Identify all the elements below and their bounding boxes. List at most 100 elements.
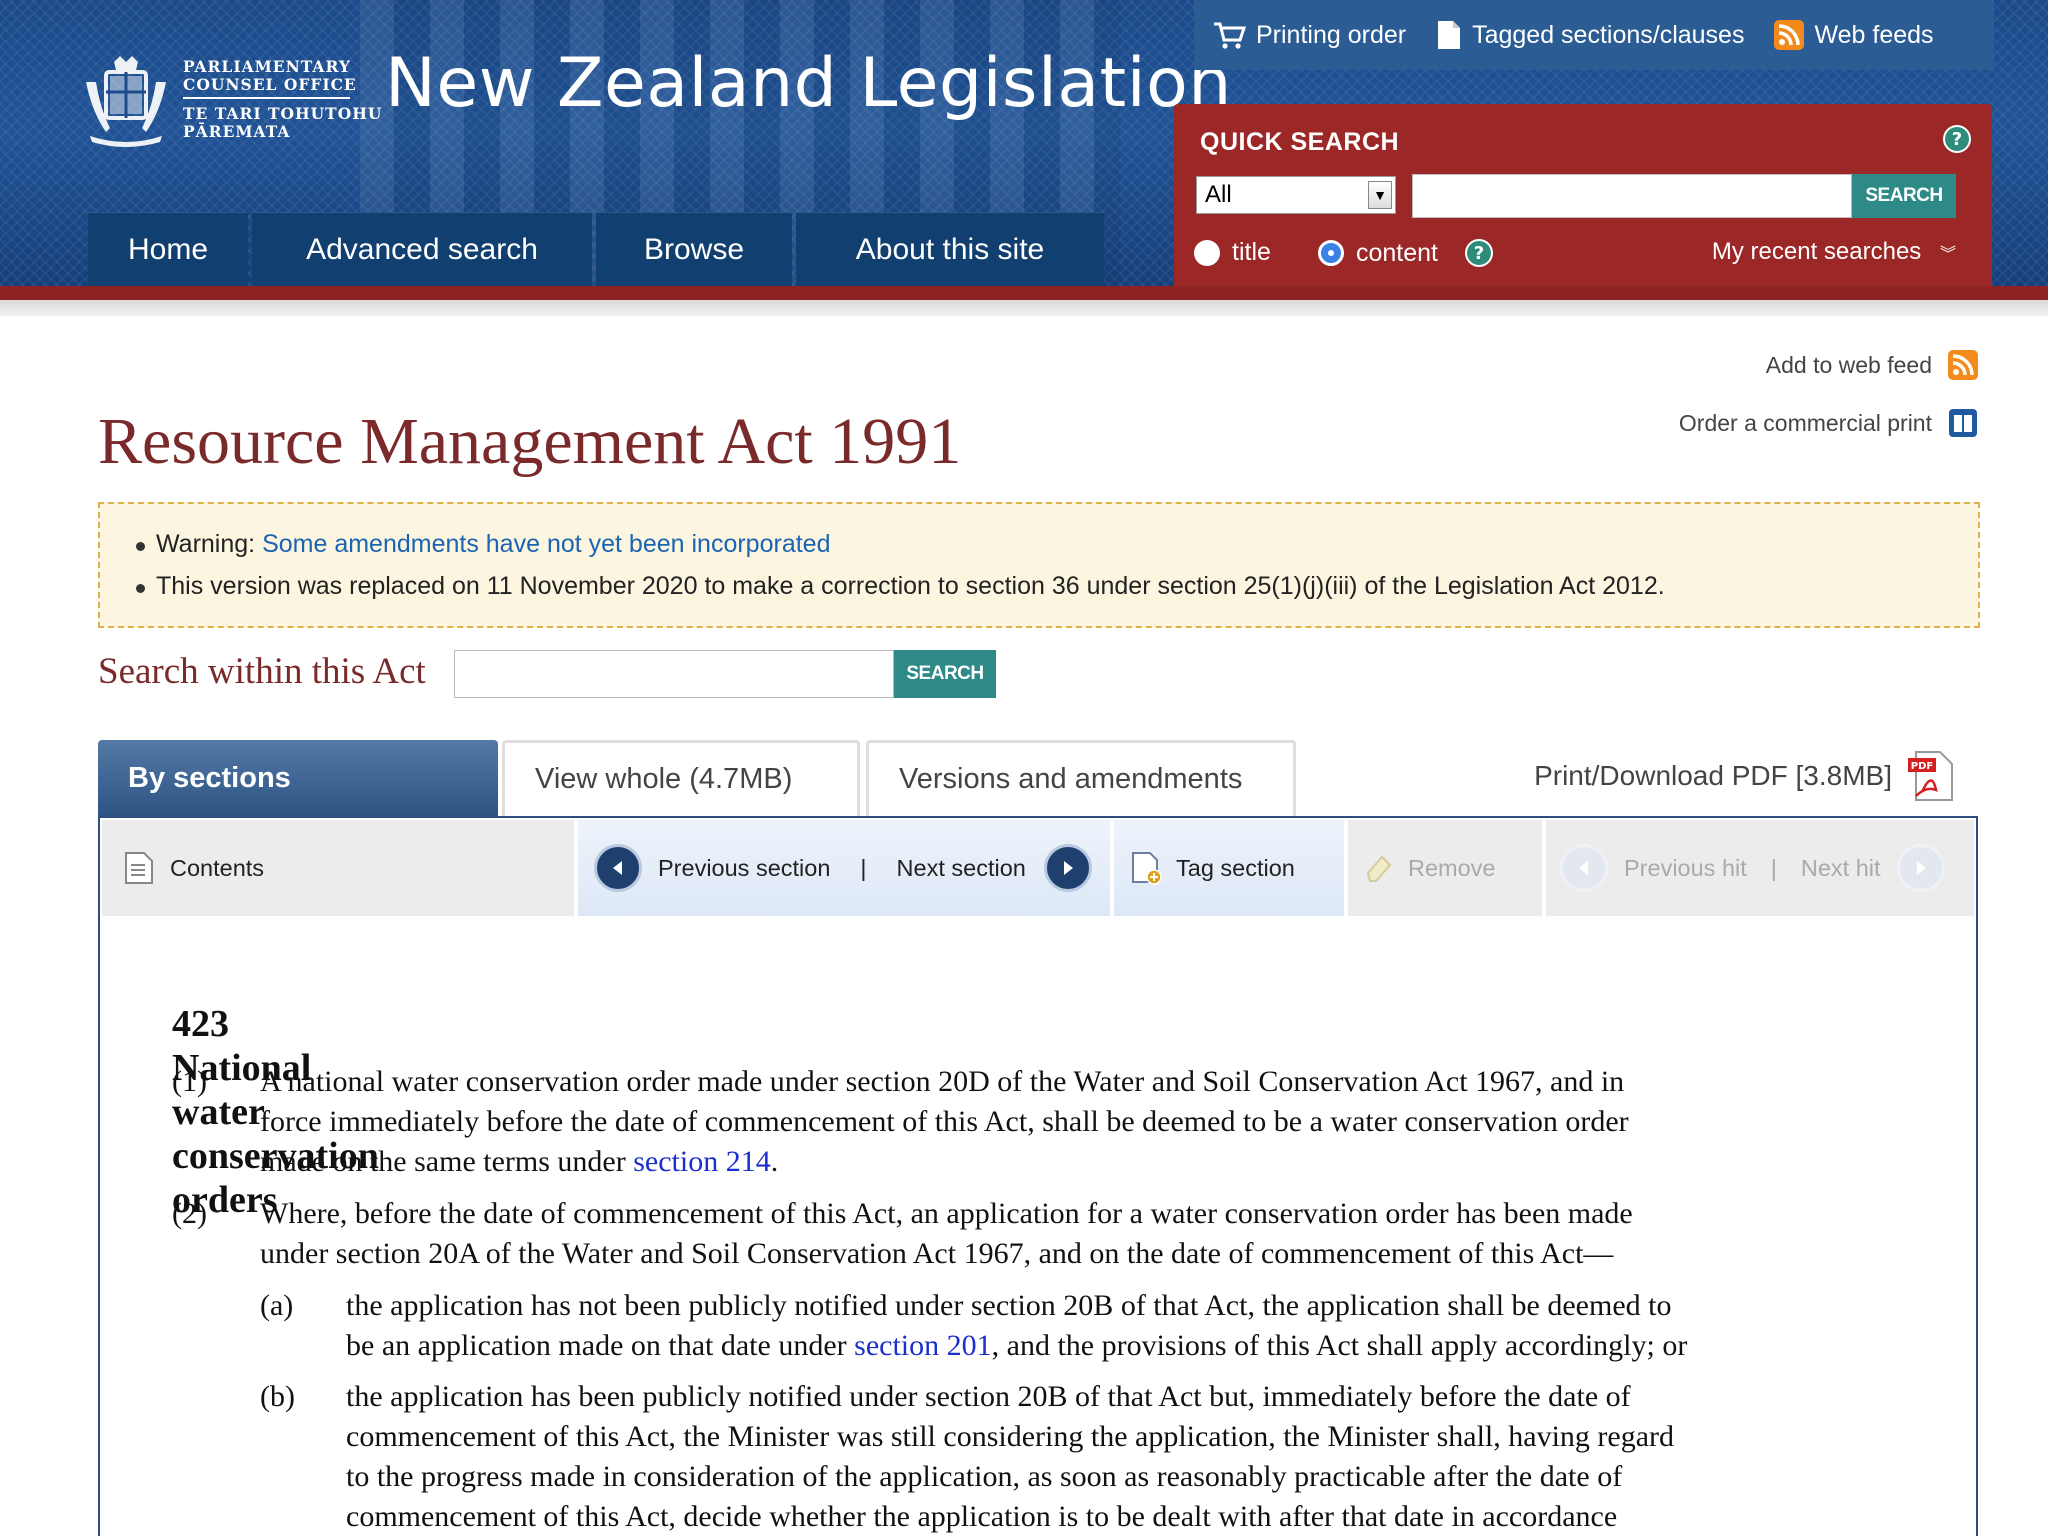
tagged-sections-label: Tagged sections/clauses xyxy=(1472,20,1745,49)
print-download-pdf-link[interactable]: Print/Download PDF [3.8MB] PDF xyxy=(1534,748,1960,804)
quick-search-title: QUICK SEARCH xyxy=(1200,128,1400,156)
web-feeds-label: Web feeds xyxy=(1814,20,1934,49)
section-navigation: Previous section | Next section xyxy=(578,820,1110,916)
search-scope-select[interactable]: All ▼ xyxy=(1196,176,1396,214)
org-name: PARLIAMENTARY COUNSEL OFFICE TE TARI TOH… xyxy=(183,58,382,141)
paragraph-b-label: (b) xyxy=(260,1380,295,1413)
radio-content-label: content xyxy=(1356,238,1439,267)
section-201-link[interactable]: section 201 xyxy=(854,1329,991,1362)
subsection-1-line: A national water conservation order made… xyxy=(260,1065,1625,1098)
radio-title-label: title xyxy=(1232,238,1271,266)
radio-title[interactable]: title xyxy=(1194,238,1271,267)
nav-home[interactable]: Home xyxy=(88,212,248,286)
amendments-warning-link[interactable]: Some amendments have not yet been incorp… xyxy=(262,530,830,558)
arrow-left-icon[interactable] xyxy=(594,844,642,892)
site-title[interactable]: New Zealand Legislation xyxy=(385,44,1232,123)
search-within-input[interactable] xyxy=(454,650,894,698)
contents-button[interactable]: Contents xyxy=(102,820,574,916)
paragraph-b-line: commencement of this Act, the Minister w… xyxy=(346,1420,1675,1453)
add-web-feed-link[interactable]: Add to web feed xyxy=(1766,350,1978,380)
pdf-icon: PDF xyxy=(1908,751,1953,801)
quick-search-input[interactable] xyxy=(1412,174,1852,218)
order-print-label: Order a commercial print xyxy=(1678,409,1932,436)
section-214-link[interactable]: section 214 xyxy=(633,1145,770,1178)
section-number: 423 xyxy=(172,1003,229,1045)
recent-searches-label: My recent searches xyxy=(1711,238,1922,265)
quick-search-button[interactable]: SEARCH xyxy=(1852,174,1956,218)
tag-icon xyxy=(1132,852,1162,885)
rss-icon xyxy=(1774,20,1805,50)
warning-item: Warning: Some amendments have not yet be… xyxy=(136,530,1665,558)
site-header: PARLIAMENTARY COUNSEL OFFICE TE TARI TOH… xyxy=(0,0,2048,286)
cart-icon xyxy=(1214,22,1246,49)
subsection-1: (1) A national water conservation order … xyxy=(172,1062,1872,1182)
paragraph-a-label: (a) xyxy=(260,1289,294,1322)
radio-title-control[interactable] xyxy=(1194,239,1220,266)
chevron-double-down-icon: ︾ xyxy=(1939,246,1956,263)
paragraph-b-line: commencement of this Act, decide whether… xyxy=(346,1500,1618,1533)
paragraph-a: (a) the application has not been publicl… xyxy=(260,1286,1880,1366)
main-nav: Home Advanced search Browse About this s… xyxy=(88,212,1104,286)
paragraph-a-text: , and the provisions of this Act shall a… xyxy=(991,1329,1688,1362)
subsection-2-label: (2) xyxy=(172,1197,207,1230)
nav-about[interactable]: About this site xyxy=(796,212,1104,286)
tab-versions[interactable]: Versions and amendments xyxy=(866,740,1296,816)
remove-label: Remove xyxy=(1408,854,1496,881)
search-within-label: Search within this Act xyxy=(98,651,426,692)
svg-text:?: ? xyxy=(1952,129,1962,150)
svg-text:PDF: PDF xyxy=(1911,761,1933,772)
next-hit-button[interactable]: Next hit xyxy=(1801,855,1881,882)
hit-navigation: Previous hit | Next hit xyxy=(1546,820,1974,916)
org-line-4: PĀREMATA xyxy=(183,122,291,141)
previous-hit-button[interactable]: Previous hit xyxy=(1624,855,1747,882)
subsection-1-text: . xyxy=(770,1145,779,1178)
subsection-2: (2) Where, before the date of commenceme… xyxy=(172,1194,1872,1274)
tab-view-whole[interactable]: View whole (4.7MB) xyxy=(502,740,860,816)
crest-logo[interactable] xyxy=(76,52,176,152)
nav-browse[interactable]: Browse xyxy=(596,212,792,286)
remove-button[interactable]: Remove xyxy=(1348,820,1542,916)
pdf-link-label: Print/Download PDF [3.8MB] xyxy=(1534,760,1892,791)
help-icon[interactable]: ? xyxy=(1464,238,1494,268)
nav-advanced-search[interactable]: Advanced search xyxy=(252,212,592,286)
paragraph-b-line: to the progress made in consideration of… xyxy=(346,1460,1623,1493)
arrow-left-icon[interactable] xyxy=(1560,844,1608,892)
add-web-feed-label: Add to web feed xyxy=(1765,351,1932,378)
org-divider xyxy=(183,97,350,99)
document-icon xyxy=(1438,21,1461,49)
radio-content-control[interactable] xyxy=(1318,240,1344,266)
header-red-band xyxy=(0,286,2048,300)
recent-searches-link[interactable]: My recent searches ︾ xyxy=(1712,238,1956,266)
subsection-1-line: made on the same terms under section 214… xyxy=(260,1142,1872,1182)
book-icon xyxy=(1949,409,1977,437)
previous-section-button[interactable]: Previous section xyxy=(658,855,830,882)
header-grey-band xyxy=(0,300,2048,316)
version-notice: Warning: Some amendments have not yet be… xyxy=(98,502,1980,628)
org-line-2: COUNSEL OFFICE xyxy=(183,75,357,94)
org-line-3: TE TARI TOHUTOHU xyxy=(183,104,383,123)
tag-section-button[interactable]: Tag section xyxy=(1114,820,1344,916)
tagged-sections-link[interactable]: Tagged sections/clauses xyxy=(1436,19,1744,51)
eraser-icon xyxy=(1366,855,1392,882)
section-toolbar: Contents Previous section | Next section… xyxy=(102,820,1974,916)
paragraph-a-line: the application has not been publicly no… xyxy=(346,1289,1672,1322)
nav-separator: | xyxy=(860,854,867,881)
order-print-link[interactable]: Order a commercial print xyxy=(1679,408,1978,438)
tab-by-sections[interactable]: By sections xyxy=(98,740,498,816)
arrow-right-icon[interactable] xyxy=(1043,844,1092,892)
tag-section-label: Tag section xyxy=(1176,854,1295,881)
paragraph-b-line: the application has been publicly notifi… xyxy=(346,1380,1631,1413)
search-within-button[interactable]: SEARCH xyxy=(894,650,996,698)
printing-order-label: Printing order xyxy=(1256,20,1407,49)
printing-order-link[interactable]: Printing order xyxy=(1212,20,1406,50)
web-feeds-link[interactable]: Web feeds xyxy=(1774,20,1934,50)
help-icon[interactable]: ? xyxy=(1942,124,1972,154)
next-section-button[interactable]: Next section xyxy=(897,855,1026,882)
chevron-down-icon: ▼ xyxy=(1368,181,1392,209)
search-scope-value: All xyxy=(1205,181,1232,208)
radio-content[interactable]: content ? xyxy=(1318,238,1494,268)
paragraph-a-text: be an application made on that date unde… xyxy=(346,1329,855,1362)
arrow-right-icon[interactable] xyxy=(1896,844,1945,892)
rss-icon xyxy=(1948,350,1978,380)
subsection-1-line: force immediately before the date of com… xyxy=(260,1105,1629,1138)
